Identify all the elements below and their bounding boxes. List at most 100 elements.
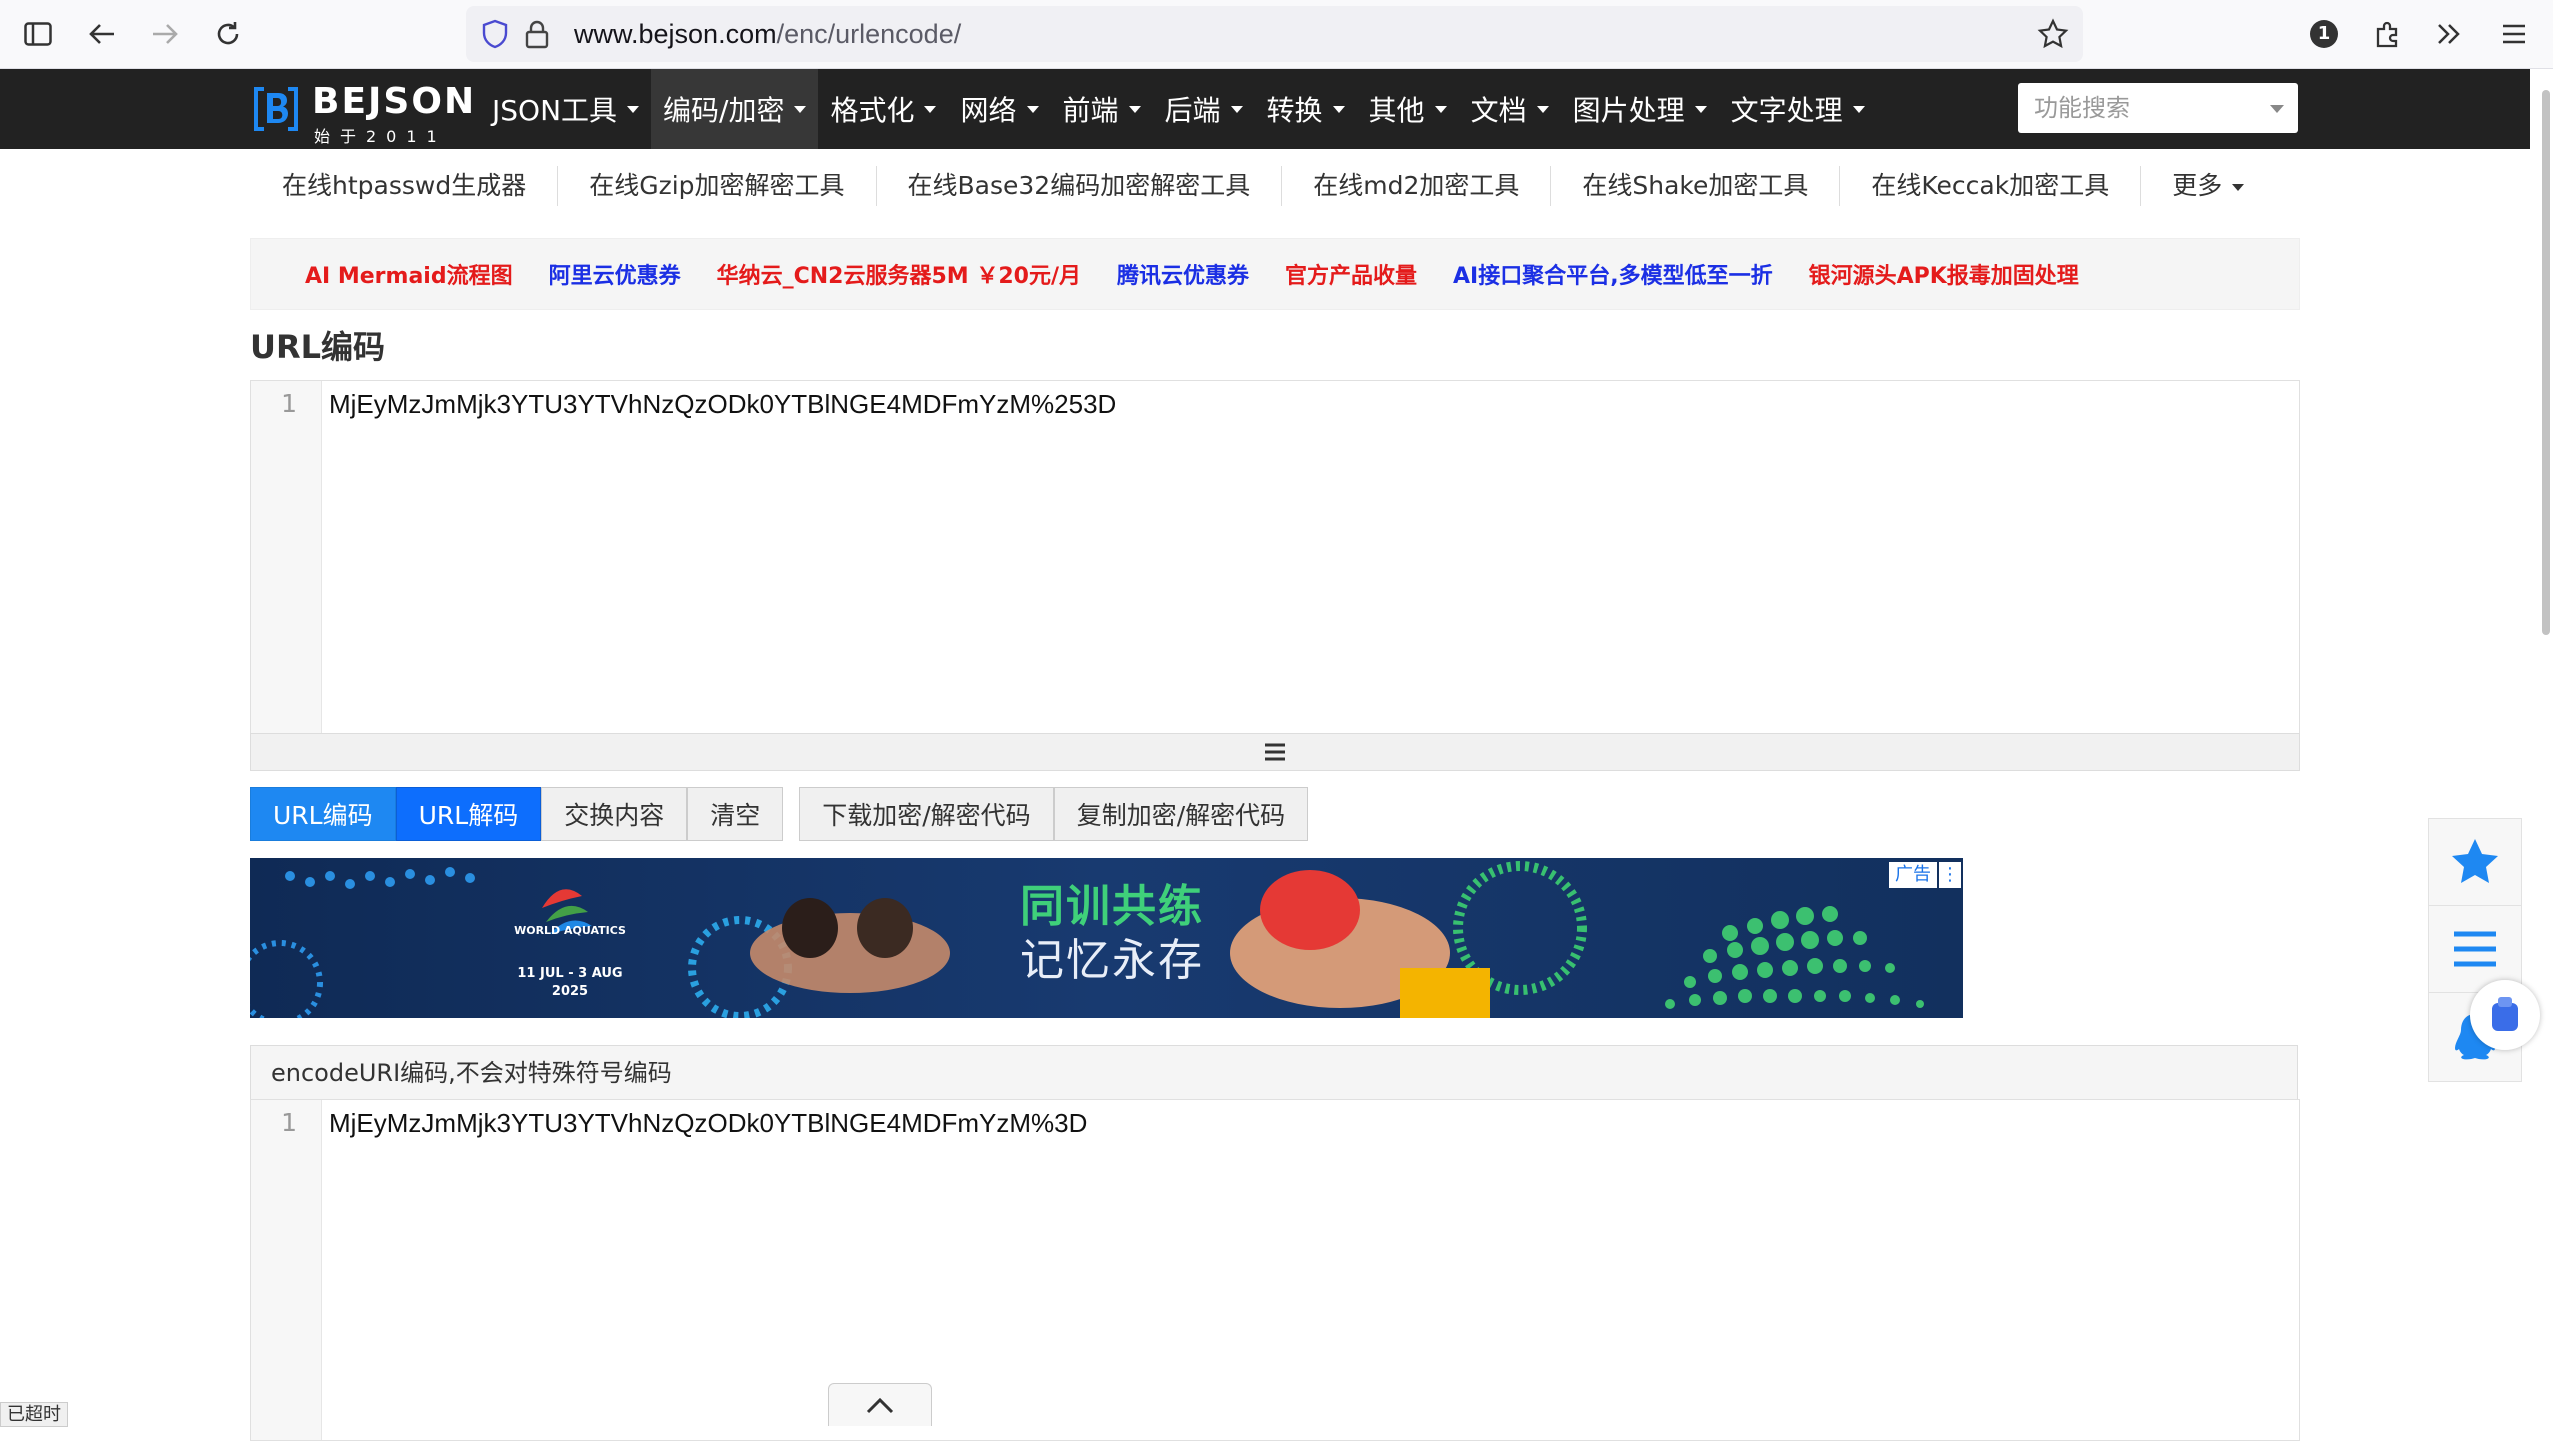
promo-link[interactable]: 阿里云优惠券: [549, 258, 681, 290]
site-logo[interactable]: BEJSON 始于2011: [250, 77, 474, 146]
nav-label: 其他: [1368, 94, 1425, 127]
promo-link[interactable]: 官方产品收量: [1285, 258, 1417, 290]
promo-link[interactable]: AI接口聚合平台,多模型低至一折: [1453, 258, 1773, 290]
promo-link[interactable]: 银河源头APK报毒加固处理: [1809, 258, 2079, 290]
caret-down-icon: [627, 105, 640, 113]
shield-icon[interactable]: [480, 19, 510, 53]
caret-down-icon: [794, 105, 807, 113]
caret-down-icon: [1026, 105, 1039, 113]
nav-network[interactable]: 网络: [948, 69, 1050, 149]
dropdown-arrow-icon: [2270, 105, 2284, 113]
nav-encode-encrypt[interactable]: 编码/加密: [651, 69, 819, 149]
search-placeholder: 功能搜索: [2034, 94, 2130, 122]
subnav-base32[interactable]: 在线Base32编码加密解密工具: [877, 166, 1283, 206]
hamburger-menu-icon[interactable]: [2490, 10, 2538, 58]
site-navbar: BEJSON 始于2011 JSON工具 编码/加密 格式化 网络 前端 后端 …: [0, 69, 2530, 149]
status-text: 已超时: [0, 1402, 68, 1427]
line-number: 1: [281, 389, 297, 418]
line-gutter: 1: [251, 381, 322, 733]
url-encode-button[interactable]: URL编码: [250, 787, 396, 841]
line-number: 1: [281, 1108, 297, 1137]
swap-content-button[interactable]: 交换内容: [541, 787, 688, 841]
overflow-chevrons-icon[interactable]: [2425, 10, 2473, 58]
input-editor[interactable]: 1 MjEyMzJmMjk3YTU3YTVhNzQzODk0YTBlNGE4MD…: [250, 380, 2300, 734]
browser-toolbar: www.bejson.com/enc/urlencode/ 1: [0, 0, 2553, 69]
url-host: www.bejson.com: [574, 19, 777, 49]
promo-link[interactable]: AI Mermaid流程图: [305, 258, 513, 290]
output-editor[interactable]: 1 MjEyMzJmMjk3YTU3YTVhNzQzODk0YTBlNGE4MD…: [250, 1099, 2300, 1441]
output-text[interactable]: MjEyMzJmMjk3YTU3YTVhNzQzODk0YTBlNGE4MDFm…: [329, 1108, 1087, 1139]
address-bar[interactable]: www.bejson.com/enc/urlencode/: [466, 6, 2083, 62]
editor-resize-handle[interactable]: [250, 733, 2300, 771]
extension-badge-icon[interactable]: 1: [2300, 10, 2348, 58]
logo-subtitle: 始于2011: [314, 127, 447, 146]
page-scrollbar[interactable]: [2542, 90, 2550, 635]
promo-link[interactable]: 华纳云_CN2云服务器5M ￥20元/月: [717, 258, 1081, 290]
event-dates: 11 JUL - 3 AUG: [517, 966, 623, 981]
ad-label[interactable]: 广告: [1889, 862, 1937, 888]
ad-more-icon[interactable]: ⋮: [1939, 862, 1961, 888]
clear-button[interactable]: 清空: [687, 787, 784, 841]
subnav-gzip[interactable]: 在线Gzip加密解密工具: [558, 166, 877, 206]
subnav-htpasswd[interactable]: 在线htpasswd生成器: [250, 166, 559, 206]
logo-title: BEJSON: [312, 81, 477, 122]
caret-down-icon: [1852, 105, 1865, 113]
caret-down-icon: [1434, 105, 1447, 113]
download-code-button[interactable]: 下载加密/解密代码: [799, 787, 1054, 841]
nav-label: 文档: [1470, 94, 1527, 127]
nav-other[interactable]: 其他: [1357, 69, 1459, 149]
nav-label: 图片处理: [1572, 94, 1685, 127]
nav-label: 编码/加密: [663, 94, 785, 127]
lock-icon[interactable]: [524, 19, 550, 53]
nav-docs[interactable]: 文档: [1459, 69, 1561, 149]
reload-icon[interactable]: [204, 10, 252, 58]
page-title: URL编码: [250, 328, 386, 366]
back-to-top-button[interactable]: [828, 1383, 932, 1426]
copy-code-button[interactable]: 复制加密/解密代码: [1053, 787, 1309, 841]
nav-label: 转换: [1266, 94, 1323, 127]
banner-ad[interactable]: WORLD AQUATICS 11 JUL - 3 AUG 2025 同训共练 …: [250, 858, 1963, 1018]
forward-icon[interactable]: [141, 10, 189, 58]
nav-backend[interactable]: 后端: [1153, 69, 1255, 149]
subnav-more[interactable]: 更多: [2141, 166, 2275, 206]
sidebar-toggle-icon[interactable]: [14, 10, 62, 58]
drag-handle-icon: [1265, 743, 1285, 761]
nav-label: 前端: [1062, 94, 1119, 127]
subnav-keccak[interactable]: 在线Keccak加密工具: [1840, 166, 2142, 206]
back-icon[interactable]: [78, 10, 126, 58]
nav-frontend[interactable]: 前端: [1051, 69, 1153, 149]
caret-down-icon: [1332, 105, 1345, 113]
nav-label: JSON工具: [492, 94, 618, 127]
nav-text[interactable]: 文字处理: [1719, 69, 1877, 149]
output-panel-header: encodeURI编码,不会对特殊符号编码: [250, 1045, 2298, 1100]
url-path: /enc/urlencode/: [776, 19, 962, 49]
url-decode-button[interactable]: URL解码: [395, 787, 542, 841]
input-text[interactable]: MjEyMzJmMjk3YTU3YTVhNzQzODk0YTBlNGE4MDFm…: [329, 389, 1116, 420]
url-text[interactable]: www.bejson.com/enc/urlencode/: [574, 6, 961, 62]
caret-down-icon: [1694, 105, 1707, 113]
nav-image[interactable]: 图片处理: [1561, 69, 1719, 149]
caret-down-icon: [1230, 105, 1243, 113]
favorite-star-button[interactable]: [2429, 819, 2521, 906]
promo-link[interactable]: 腾讯云优惠券: [1117, 258, 1249, 290]
main-menu: JSON工具 编码/加密 格式化 网络 前端 后端 转换 其他 文档 图片处理 …: [480, 69, 1877, 149]
nav-json-tools[interactable]: JSON工具: [480, 69, 651, 149]
nav-label: 网络: [960, 94, 1017, 127]
action-buttons: URL编码 URL解码 交换内容 清空 下载加密/解密代码 复制加密/解密代码: [250, 787, 1309, 841]
nav-label: 后端: [1164, 94, 1221, 127]
promo-links-bar: AI Mermaid流程图 阿里云优惠券 华纳云_CN2云服务器5M ￥20元/…: [250, 238, 2300, 310]
extension-badge: 1: [2310, 20, 2338, 48]
extensions-puzzle-icon[interactable]: [2363, 10, 2411, 58]
logo-b-icon: [254, 87, 298, 131]
nav-convert[interactable]: 转换: [1255, 69, 1357, 149]
nav-label: 文字处理: [1730, 94, 1843, 127]
translate-extension-bubble[interactable]: [2470, 980, 2540, 1050]
subnav-md2[interactable]: 在线md2加密工具: [1282, 166, 1552, 206]
chevron-up-icon: [866, 1397, 894, 1414]
caret-down-icon: [1128, 105, 1141, 113]
function-search-select[interactable]: 功能搜索: [2018, 83, 2298, 133]
nav-format[interactable]: 格式化: [818, 69, 948, 149]
subnav-shake[interactable]: 在线Shake加密工具: [1551, 166, 1841, 206]
bookmark-star-icon[interactable]: [2037, 18, 2069, 54]
banner-headline-2: 记忆永存: [1020, 935, 1204, 986]
